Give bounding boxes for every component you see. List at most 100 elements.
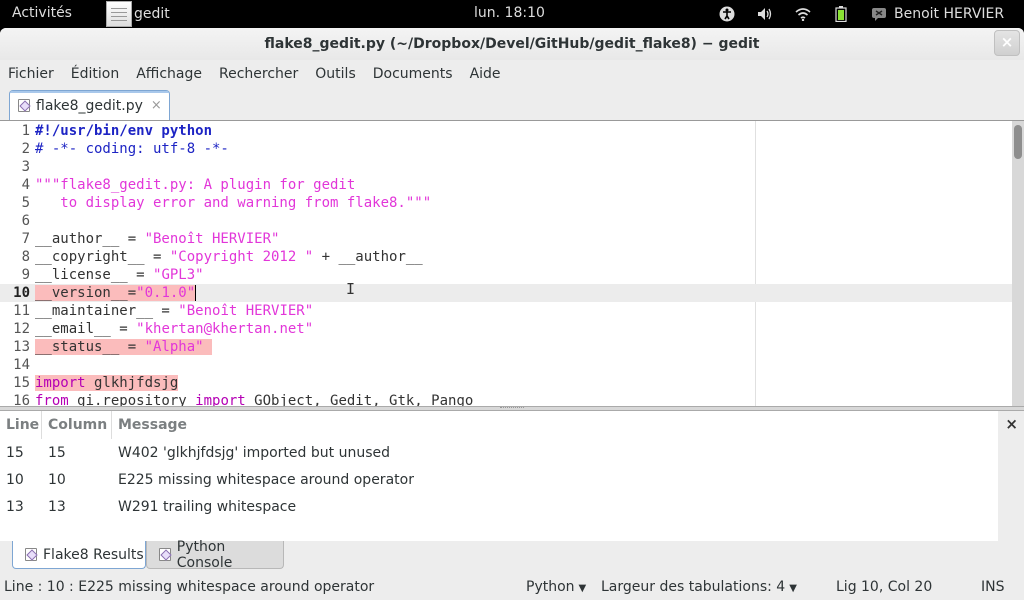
code-line[interactable]: 16 from gi.repository import GObject, Ged… — [0, 392, 1012, 406]
scrollbar-thumb[interactable] — [1014, 125, 1022, 159]
line-number: 6 — [21, 213, 30, 229]
close-tab-icon[interactable]: × — [151, 98, 162, 113]
chevron-down-icon: ▼ — [789, 583, 797, 594]
code-line[interactable]: 9 __license__ = "GPL3" — [0, 266, 1012, 284]
code-token: gi.repository — [68, 393, 196, 406]
tab-flake8-results[interactable]: Flake8 Results — [12, 541, 146, 569]
code-line[interactable]: 13 __status__ = "Alpha" — [0, 338, 1012, 356]
code-line[interactable]: 6 — [0, 212, 1012, 230]
tab-python-console[interactable]: Python Console — [146, 538, 284, 571]
code-editor[interactable]: 1 #!/usr/bin/env python 2 # -*- coding: utf… — [0, 120, 1024, 406]
line-text: """flake8_gedit.py: A plugin for gedit — [35, 176, 355, 194]
line-number: 5 — [21, 195, 30, 211]
cell-line: 15 — [6, 444, 24, 461]
window-close-button[interactable]: × — [994, 30, 1020, 56]
flake8-error-highlight: __version__= — [35, 285, 137, 301]
cell-column: 10 — [48, 471, 66, 488]
code-line[interactable]: 3 — [0, 158, 1012, 176]
battery-icon[interactable] — [832, 5, 850, 23]
title-bar: flake8_gedit.py (~/Dropbox/Devel/GitHub/… — [0, 28, 1024, 60]
code-line[interactable]: 8 __copyright__ = "Copyright 2012 " + __a… — [0, 248, 1012, 266]
column-header-line[interactable]: Line — [0, 410, 42, 439]
editor-vertical-scrollbar[interactable] — [1012, 121, 1024, 406]
column-header-message[interactable]: Message — [112, 411, 187, 439]
table-row[interactable]: 15 15 W402 'glkhjfdsjg' imported but unu… — [0, 439, 998, 466]
menu-edition[interactable]: Édition — [71, 66, 119, 82]
gedit-window: flake8_gedit.py (~/Dropbox/Devel/GitHub/… — [0, 28, 1024, 600]
chevron-down-icon: ▼ — [578, 583, 587, 594]
line-number: 10 — [13, 285, 30, 301]
cell-message: W291 trailing whitespace — [118, 498, 297, 515]
user-menu[interactable]: Benoit HERVIER — [894, 6, 1004, 22]
insert-mode: INS — [981, 579, 1005, 595]
column-header-column[interactable]: Column — [42, 410, 112, 439]
volume-icon[interactable] — [756, 5, 774, 23]
flake8-error-highlight: "0.1.0" — [136, 285, 196, 301]
close-panel-icon[interactable]: × — [1005, 415, 1018, 433]
code-lines[interactable]: 1 #!/usr/bin/env python 2 # -*- coding: utf… — [0, 122, 1012, 406]
line-number: 15 — [13, 375, 30, 391]
code-line[interactable]: 5 to display error and warning from flak… — [0, 194, 1012, 212]
code-token: __maintainer__ = — [35, 303, 179, 319]
cell-column: 15 — [48, 444, 66, 461]
code-token: __license__ = — [35, 267, 154, 283]
window-title: flake8_gedit.py (~/Dropbox/Devel/GitHub/… — [264, 36, 760, 52]
line-number: 1 — [21, 123, 30, 139]
code-line[interactable]: 11 __maintainer__ = "Benoît HERVIER" — [0, 302, 1012, 320]
app-menu[interactable]: gedit — [106, 0, 170, 28]
table-row[interactable]: 13 13 W291 trailing whitespace — [0, 493, 998, 520]
wifi-icon[interactable] — [794, 5, 812, 23]
code-token: #!/usr/bin/env python — [35, 123, 213, 139]
cursor-position: Lig 10, Col 20 — [836, 579, 933, 595]
menu-aide[interactable]: Aide — [470, 66, 501, 82]
document-tab[interactable]: flake8_gedit.py × — [9, 90, 170, 120]
menu-documents[interactable]: Documents — [373, 66, 453, 82]
cell-line: 10 — [6, 471, 24, 488]
tab-label: Flake8 Results — [43, 546, 144, 563]
code-line[interactable]: 7 __author__ = "Benoît HERVIER" — [0, 230, 1012, 248]
cell-line: 13 — [6, 498, 24, 515]
line-number: 9 — [21, 267, 30, 283]
clock[interactable]: lun. 18:10 — [474, 5, 545, 21]
code-token: __email__ = — [35, 321, 137, 337]
code-line[interactable]: 10 __version__="0.1.0" — [0, 284, 1012, 302]
activities-button[interactable]: Activités — [12, 5, 72, 21]
code-line[interactable]: 2 # -*- coding: utf-8 -*- — [0, 140, 1012, 158]
line-number: 14 — [13, 357, 30, 373]
menu-rechercher[interactable]: Rechercher — [219, 66, 298, 82]
plugin-icon — [25, 548, 37, 561]
code-token: "khertan@khertan.net" — [136, 321, 314, 337]
menu-affichage[interactable]: Affichage — [136, 66, 202, 82]
line-text: __status__ = "Alpha" — [35, 338, 213, 356]
cell-message: W402 'glkhjfdsjg' imported but unused — [118, 444, 390, 461]
cell-message: E225 missing whitespace around operator — [118, 471, 414, 488]
document-tabs: flake8_gedit.py × — [0, 88, 1024, 120]
line-text: #!/usr/bin/env python — [35, 122, 212, 140]
language-selector[interactable]: Python ▼ — [526, 579, 586, 595]
line-text: __copyright__ = "Copyright 2012 " + __au… — [35, 248, 423, 266]
tab-width-selector[interactable]: Largeur des tabulations: 4 ▼ — [601, 579, 797, 595]
menu-fichier[interactable]: Fichier — [8, 66, 54, 82]
gedit-app-icon — [106, 1, 132, 27]
code-line[interactable]: 4 """flake8_gedit.py: A plugin for gedit — [0, 176, 1012, 194]
line-text: to display error and warning from flake8… — [35, 194, 431, 212]
code-line[interactable]: 15 import glkhjfdsjg — [0, 374, 1012, 392]
tab-label: Python Console — [176, 538, 233, 571]
line-number: 3 — [21, 159, 30, 175]
user-status-icon — [870, 5, 888, 23]
code-token: "Benoît HERVIER" — [178, 303, 314, 319]
line-number: 12 — [13, 321, 30, 337]
accessibility-icon[interactable] — [718, 5, 736, 23]
code-line[interactable]: 14 — [0, 356, 1012, 374]
system-status-area: Benoit HERVIER — [718, 0, 1004, 28]
language-label: Python — [526, 579, 575, 595]
table-row[interactable]: 10 10 E225 missing whitespace around ope… — [0, 466, 998, 493]
line-text: # -*- coding: utf-8 -*- — [35, 140, 229, 158]
flake8-error-highlight: import — [35, 375, 86, 391]
code-token: "Benoît HERVIER" — [144, 231, 280, 247]
code-line[interactable]: 12 __email__ = "khertan@khertan.net" — [0, 320, 1012, 338]
code-token: + __author__ — [313, 249, 423, 265]
code-line[interactable]: 1 #!/usr/bin/env python — [0, 122, 1012, 140]
code-token: import — [195, 393, 246, 406]
menu-outils[interactable]: Outils — [315, 66, 355, 82]
